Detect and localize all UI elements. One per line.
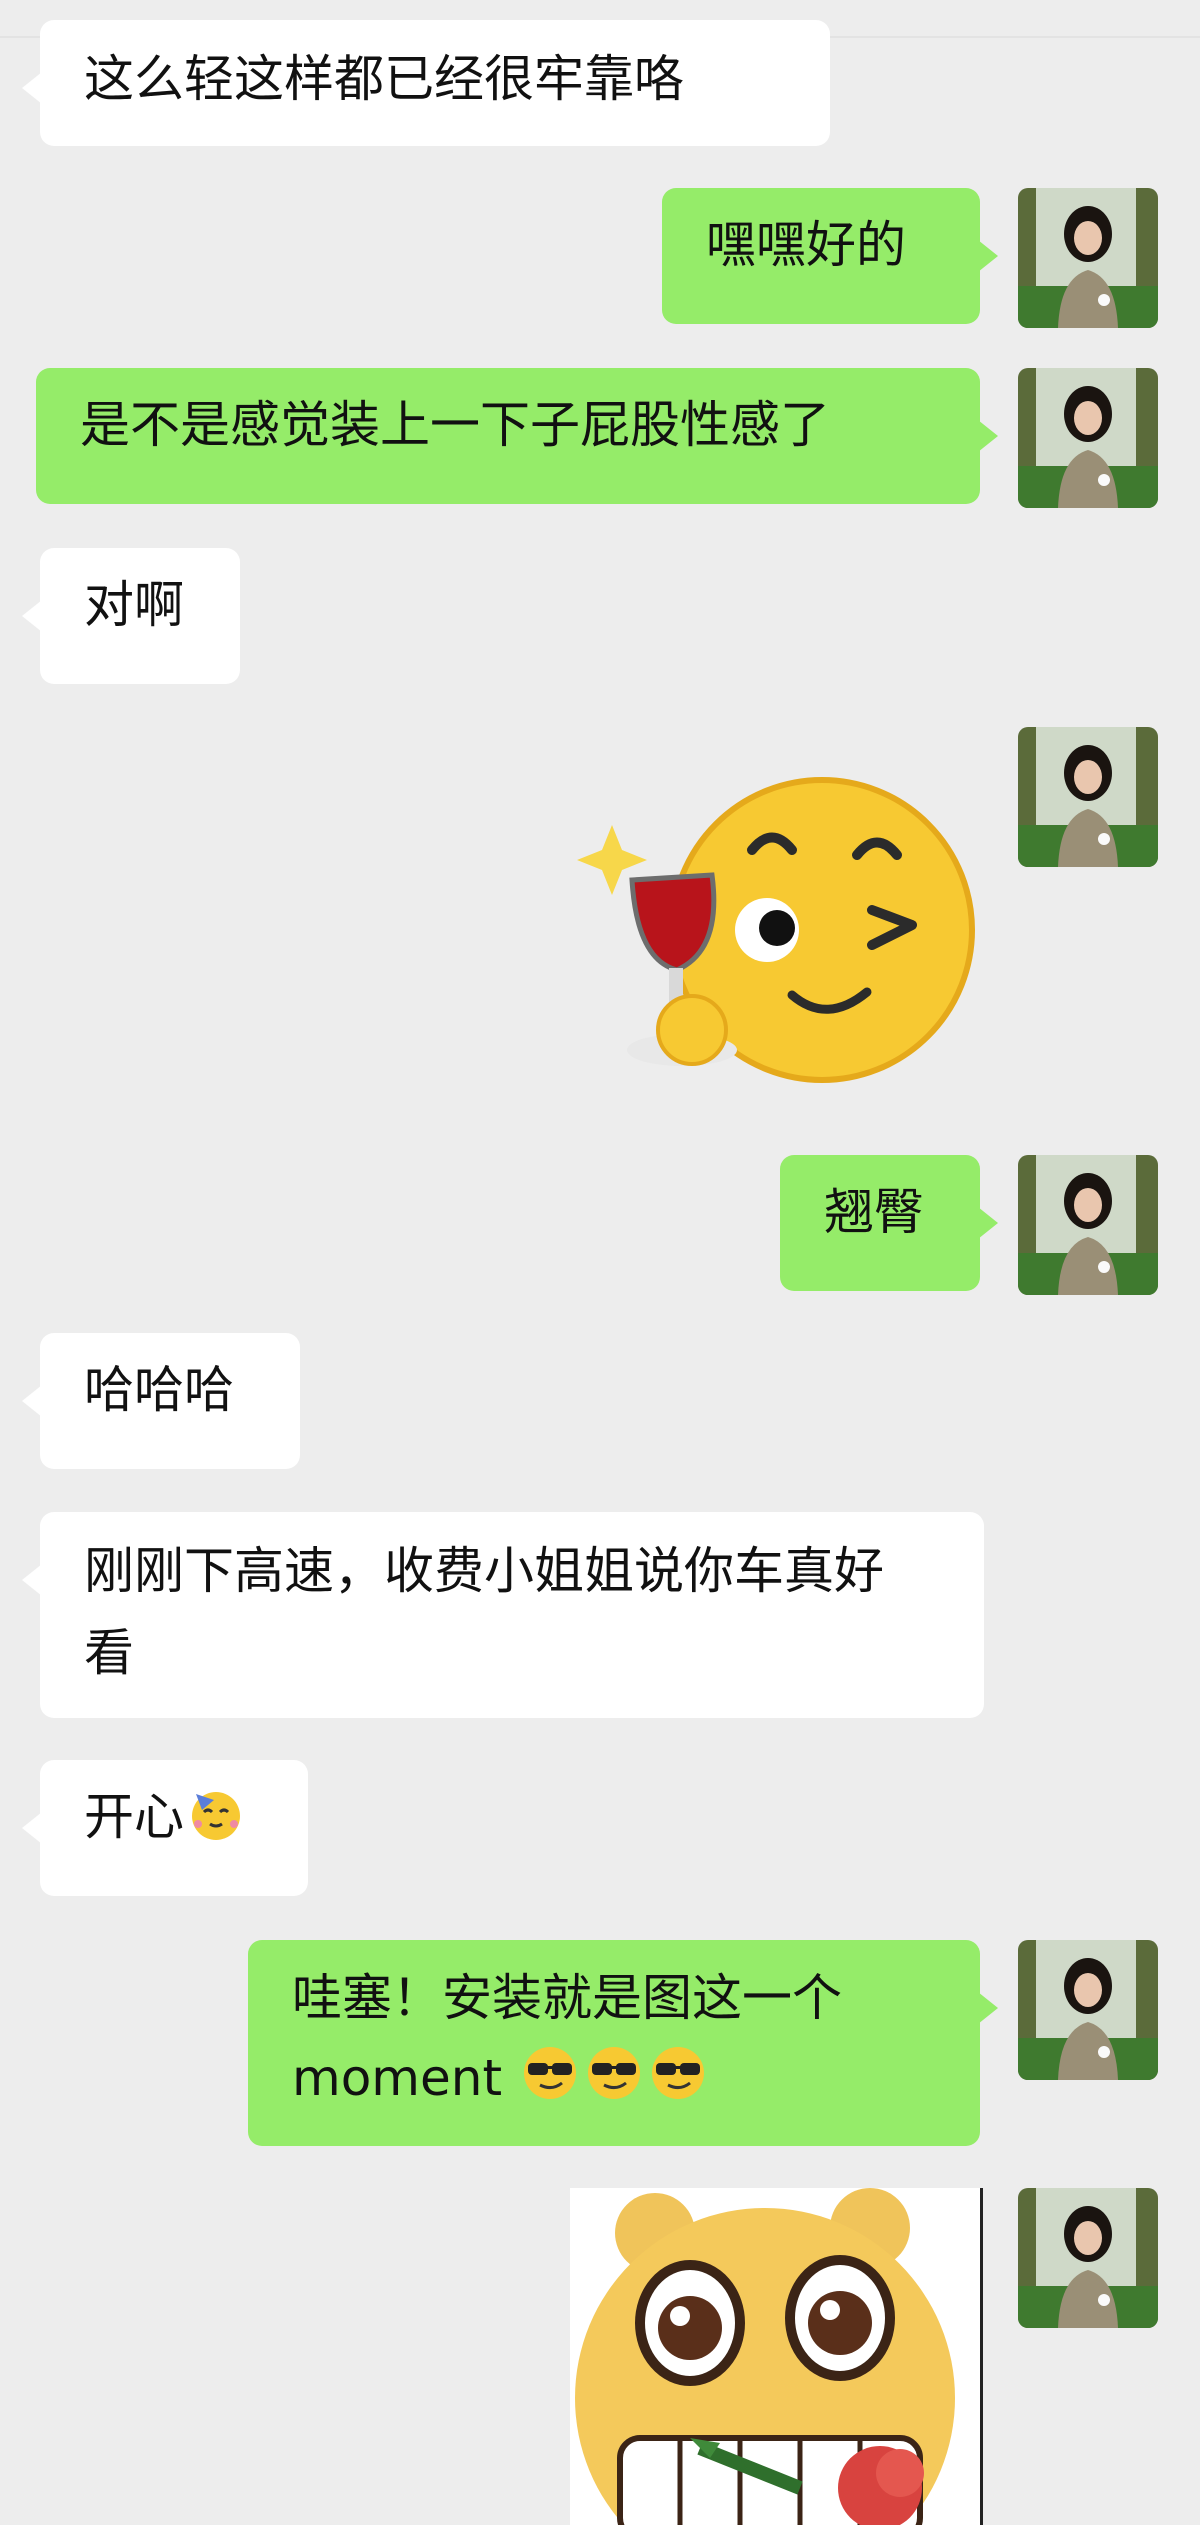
message-bubble-incoming[interactable]: 刚刚下高速，收费小姐姐说你车真好看 — [22, 1512, 984, 1718]
party-face-emoji-icon — [184, 1780, 248, 1866]
wine-glass-wink-emoji-icon — [577, 777, 975, 1083]
message-text: 翘臀 — [824, 1183, 924, 1241]
message-text: 对啊 — [84, 576, 184, 634]
avatar-photo-icon — [1018, 1155, 1158, 1295]
sticker-wine-glass-wink[interactable] — [572, 730, 982, 1120]
message-bubble-outgoing[interactable]: 嘿嘿好的 — [662, 188, 998, 324]
avatar[interactable] — [1018, 727, 1158, 867]
sticker-bear-rose-grin[interactable] — [570, 2188, 983, 2525]
smirk-sunglasses-emoji-icon — [518, 2041, 582, 2128]
message-text: 嘿嘿好的 — [706, 216, 906, 274]
message-text: 哈哈哈 — [84, 1361, 234, 1419]
message-text-line: 哇塞！安装就是图这一个 — [292, 1969, 842, 2027]
message-bubble-incoming[interactable]: 这么轻这样都已经很牢靠咯 — [22, 20, 830, 146]
avatar[interactable] — [1018, 2188, 1158, 2328]
message-text: 开心 — [84, 1788, 184, 1846]
avatar[interactable] — [1018, 1940, 1158, 2080]
avatar-photo-icon — [1018, 2188, 1158, 2328]
message-bubble-incoming[interactable]: 开心 — [22, 1760, 308, 1896]
message-bubble-incoming[interactable]: 对啊 — [22, 548, 240, 684]
avatar-photo-icon — [1018, 727, 1158, 867]
message-text: 刚刚下高速，收费小姐姐说你车真好看 — [84, 1542, 884, 1682]
avatar[interactable] — [1018, 368, 1158, 508]
avatar[interactable] — [1018, 1155, 1158, 1295]
message-text: moment — [292, 2049, 503, 2107]
avatar-photo-icon — [1018, 1940, 1158, 2080]
message-text: 是不是感觉装上一下子屁股性感了 — [80, 396, 830, 454]
avatar-photo-icon — [1018, 368, 1158, 508]
message-bubble-outgoing[interactable]: 翘臀 — [780, 1155, 998, 1291]
message-text-line: moment — [292, 2038, 936, 2128]
message-bubble-outgoing[interactable]: 是不是感觉装上一下子屁股性感了 — [36, 368, 998, 504]
smirk-sunglasses-emoji-icon — [582, 2041, 646, 2128]
avatar-photo-icon — [1018, 188, 1158, 328]
message-bubble-outgoing[interactable]: 哇塞！安装就是图这一个 moment — [248, 1940, 998, 2146]
smirk-sunglasses-emoji-icon — [646, 2041, 710, 2128]
bear-rose-grin-emoji-icon — [575, 2188, 955, 2525]
avatar[interactable] — [1018, 188, 1158, 328]
message-bubble-incoming[interactable]: 哈哈哈 — [22, 1333, 300, 1469]
message-text: 这么轻这样都已经很牢靠咯 — [84, 50, 684, 108]
